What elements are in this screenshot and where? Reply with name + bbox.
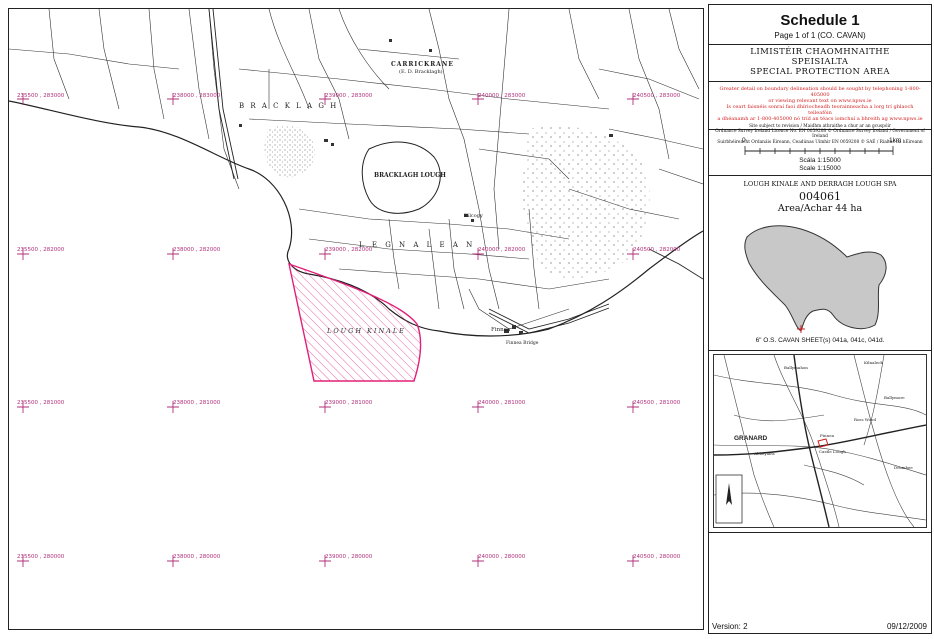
locator-town-label: GRANARD — [734, 435, 768, 442]
scale-irish: Scála 1:15000 — [799, 157, 841, 164]
grid-label: 240500 , 283000 — [633, 93, 681, 99]
locator-block: GRANARD Ballymahon Kilnaleck Finnea Ross… — [709, 350, 931, 533]
grid-label: 238000 , 283000 — [173, 93, 221, 99]
site-block: LOUGH KINALE AND DERRAGH LOUGH SPA 00406… — [709, 175, 931, 351]
bog-area — [522, 125, 650, 279]
boundary-note-irish: a dhéanamh ar 1-800-405000 nó tríd an té… — [717, 116, 923, 122]
footer: Version: 2 09/12/2009 — [709, 620, 931, 633]
scale-english: Scale 1:15000 — [799, 165, 841, 172]
spa-boundary — [288, 262, 422, 382]
designation-irish-2: SPEISIALTA — [791, 57, 849, 67]
locator-place-label: Ballymore — [884, 395, 905, 400]
grid-label: 240500 , 281000 — [633, 400, 681, 406]
grid-label: 240500 , 280000 — [633, 554, 681, 560]
grid-label: 240000 , 282000 — [478, 247, 526, 253]
townland-label: B R A C K L A G H — [239, 102, 339, 110]
locator-map[interactable]: GRANARD Ballymahon Kilnaleck Finnea Ross… — [713, 354, 927, 528]
grid-label: 235500 , 282000 — [17, 247, 65, 253]
designation-english: SPECIAL PROTECTION AREA — [750, 67, 890, 77]
grid-label: 235500 , 283000 — [17, 93, 65, 99]
locator-place-label: Abbeylara — [754, 451, 775, 456]
grid-label: 239000 , 280000 — [325, 554, 373, 560]
grid-label: 235500 , 281000 — [17, 400, 65, 406]
schedule-header: Schedule 1 Page 1 of 1 (CO. CAVAN) — [709, 5, 931, 45]
grid-label: 238000 , 281000 — [173, 400, 221, 406]
locator-place-label: Kilnaleck — [864, 360, 883, 365]
designation-irish: LIMISTÉIR CHAOMHNAITHE — [750, 47, 890, 57]
site-name: LOUGH KINALE AND DERRAGH LOUGH SPA — [743, 180, 897, 188]
grid-label: 240000 , 281000 — [478, 400, 526, 406]
site-code: 004061 — [799, 190, 841, 203]
grid-label: 240500 , 282000 — [633, 247, 681, 253]
boundary-note: Greater detail on boundary delineation s… — [719, 86, 921, 98]
legend-panel: Schedule 1 Page 1 of 1 (CO. CAVAN) LIMIS… — [708, 4, 932, 634]
village-label: Kilcogy — [464, 213, 483, 219]
village-label: Finnea — [491, 327, 511, 333]
grid-label: 239000 , 283000 — [325, 93, 373, 99]
scale-start: 0 — [742, 137, 746, 144]
schedule-title: Schedule 1 — [780, 12, 860, 29]
map-canvas — [9, 9, 703, 567]
townland-label: L E G N A L E A N — [359, 241, 476, 249]
site-outline — [744, 225, 887, 333]
boundary-note-irish: Is ceart faisnéis sonraí faoi dhíriochea… — [726, 104, 914, 116]
grid-label: 235500 , 280000 — [17, 554, 65, 560]
os-sheets: 6" O.S. CAVAN SHEET(s) 041a, 041c, 041d. — [755, 337, 885, 344]
grid-label: 238000 , 280000 — [173, 554, 221, 560]
lake-label: BRACKLAGH LOUGH — [374, 172, 446, 179]
locator-place-label: Castle Lough — [819, 449, 846, 454]
locator-place-label: Drumbee — [894, 465, 913, 470]
bridge-label: Finnea Bridge — [506, 341, 539, 346]
map-frame[interactable]: 235500 , 283000 238000 , 283000 239000 ,… — [8, 8, 704, 630]
version-label: Version: 2 — [712, 622, 748, 631]
notes-block: Greater detail on boundary delineation s… — [709, 82, 931, 145]
townland-label: CARRICKRANE — [391, 61, 454, 68]
lake-label: LOUGH KINALE — [327, 327, 406, 335]
locator-place-label: Ross Wood — [854, 417, 877, 422]
scale-block: 0 1km Scála 1:15000 Scale 1:15000 — [709, 130, 931, 176]
grid-label: 240000 , 283000 — [478, 93, 526, 99]
site-area: Area/Achar 44 ha — [777, 203, 863, 214]
grid-label: 240000 , 280000 — [478, 554, 526, 560]
schedule-page: Page 1 of 1 (CO. CAVAN) — [774, 31, 866, 40]
locator-place-label: Finnea — [820, 433, 834, 438]
grid-label: 239000 , 281000 — [325, 400, 373, 406]
scale-end: 1km — [889, 137, 902, 144]
designation-block: LIMISTÉIR CHAOMHNAITHE SPEISIALTA SPECIA… — [709, 44, 931, 82]
locator-place-label: Ballymahon — [784, 365, 808, 370]
electoral-division-label: (E. D. Bracklagh) — [399, 69, 443, 75]
marsh-area — [264, 125, 315, 178]
grid-label: 238000 , 282000 — [173, 247, 221, 253]
date-label: 09/12/2009 — [886, 622, 927, 631]
